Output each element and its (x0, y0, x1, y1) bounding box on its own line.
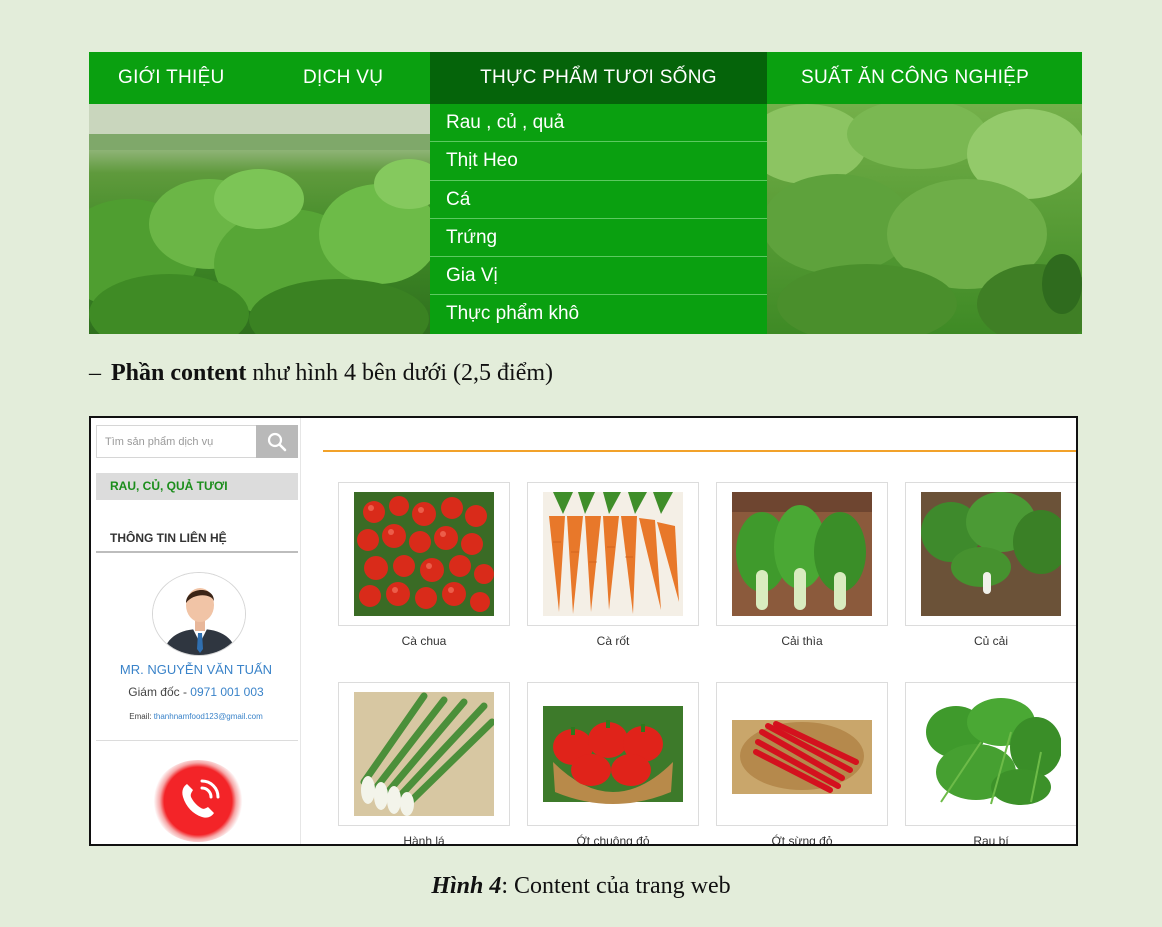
instruction-line: – Phần content như hình 4 bên dưới (2,5 đ… (89, 360, 553, 387)
dropdown-item-rau-cu-qua[interactable]: Rau , củ , quả (430, 104, 767, 143)
phone-icon (182, 779, 220, 818)
contact-role: Giám đốc - 0971 001 003 (91, 685, 301, 699)
category-rau-cu-qua-tuoi[interactable]: RAU, CỦ, QUẢ TƯƠI (96, 473, 298, 500)
product-card-ot-chuong-do[interactable] (527, 682, 699, 826)
nav-item-suat-an-cong-nghiep[interactable]: SUẤT ĂN CÔNG NGHIỆP (801, 52, 1029, 104)
product-card-rau-bi[interactable] (905, 682, 1076, 826)
caption-text: : Content của trang web (501, 873, 731, 899)
content-top-line (323, 450, 1076, 452)
vegetable-photo-left (89, 104, 431, 334)
figure-caption: Hình 4: Content của trang web (0, 873, 1162, 900)
red-bell-pepper-image (543, 692, 683, 816)
product-card-ot-sung-do[interactable] (716, 682, 888, 826)
red-chili-image (732, 692, 872, 816)
product-card-cai-thia[interactable] (716, 482, 888, 626)
vegetable-photo-right (767, 104, 1082, 334)
dropdown-item-gia-vi[interactable]: Gia Vị (430, 257, 767, 296)
bok-choy-image (732, 492, 872, 616)
contact-email[interactable]: thanhnamfood123@gmail.com (154, 712, 263, 721)
instruction-text: như hình 4 bên dưới (2,5 điểm) (246, 360, 554, 386)
product-card-ca-rot[interactable] (527, 482, 699, 626)
sidebar: RAU, CỦ, QUẢ TƯƠI THÔNG TIN LIÊN HỆ MR. … (91, 418, 301, 844)
product-card-ca-chua[interactable] (338, 482, 510, 626)
content-screenshot: RAU, CỦ, QUẢ TƯƠI THÔNG TIN LIÊN HỆ MR. … (89, 416, 1078, 846)
dropdown-item-thit-heo[interactable]: Thịt Heo (430, 142, 767, 181)
product-name-ca-rot[interactable]: Cà rốt (527, 634, 699, 648)
product-name-cai-thia[interactable]: Cải thìa (716, 634, 888, 648)
instruction-bold: Phần content (111, 360, 247, 386)
nav-item-dich-vu[interactable]: DỊCH VỤ (303, 52, 383, 104)
carrot-image (543, 492, 683, 616)
dropdown-item-thuc-pham-kho[interactable]: Thực phẩm khô (430, 295, 767, 334)
dropdown-menu: Rau , củ , quả Thịt Heo Cá Trứng Gia Vị … (430, 104, 767, 334)
green-onion-image (354, 692, 494, 816)
search-box (96, 425, 298, 458)
main-nav: GIỚI THIỆU DỊCH VỤ THỰC PHẨM TƯƠI SỐNG S… (89, 52, 1082, 104)
nav-item-gioi-thieu[interactable]: GIỚI THIỆU (118, 52, 225, 104)
navigation-banner: GIỚI THIỆU DỊCH VỤ THỰC PHẨM TƯƠI SỐNG S… (89, 52, 1082, 334)
avatar (152, 572, 246, 656)
tomato-image (354, 492, 494, 616)
radish-image (921, 492, 1061, 616)
contact-email-line: Email: thanhnamfood123@gmail.com (91, 712, 301, 721)
dropdown-item-ca[interactable]: Cá (430, 180, 767, 219)
product-card-cu-cai[interactable] (905, 482, 1076, 626)
contact-phone[interactable]: 0971 001 003 (190, 685, 263, 699)
search-button[interactable] (256, 425, 298, 458)
product-card-hanh-la[interactable] (338, 682, 510, 826)
product-name-cu-cai[interactable]: Củ cải (905, 634, 1076, 648)
product-name-rau-bi[interactable]: Rau bí (905, 834, 1076, 844)
contact-email-label: Email: (129, 712, 154, 721)
product-name-ot-sung-do[interactable]: Ớt sừng đỏ (716, 834, 888, 844)
caption-figure-label: Hình 4 (431, 873, 502, 899)
product-name-ot-chuong-do[interactable]: Ớt chuông đỏ (527, 834, 699, 844)
sidebar-divider (96, 740, 298, 741)
nav-item-thuc-pham-tuoi-song[interactable]: THỰC PHẨM TƯƠI SỐNG (430, 52, 767, 104)
dropdown-item-trung[interactable]: Trứng (430, 218, 767, 258)
search-icon (267, 432, 287, 451)
contact-name: MR. NGUYỄN VĂN TUẤN (119, 662, 273, 677)
pumpkin-greens-image (921, 692, 1061, 816)
product-name-hanh-la[interactable]: Hành lá (338, 834, 510, 844)
search-input[interactable] (97, 426, 257, 457)
contact-role-label: Giám đốc - (128, 685, 191, 699)
instruction-dash: – (89, 360, 101, 386)
contact-info-title: THÔNG TIN LIÊN HỆ (96, 529, 298, 553)
call-button[interactable] (152, 760, 244, 842)
product-name-ca-chua[interactable]: Cà chua (338, 634, 510, 648)
